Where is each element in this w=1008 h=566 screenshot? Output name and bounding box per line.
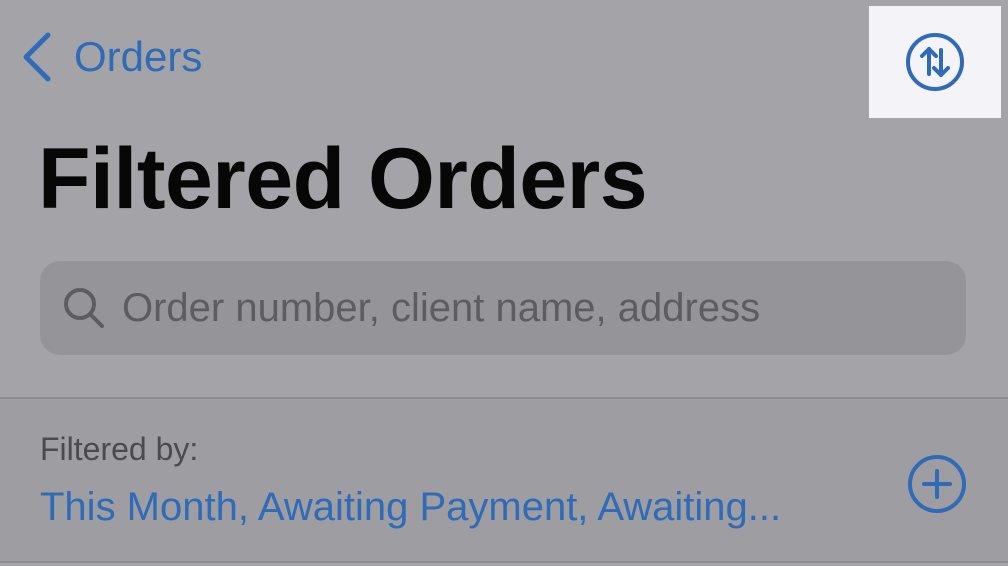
search-input[interactable]	[122, 285, 952, 331]
filter-caption: Filtered by:	[40, 431, 199, 467]
filter-values-link[interactable]: This Month, Awaiting Payment, Awaiting..…	[40, 487, 781, 527]
search-icon	[64, 288, 104, 328]
back-button-label: Orders	[74, 33, 203, 80]
sort-button-highlight	[869, 6, 1001, 118]
plus-circle-icon[interactable]	[906, 453, 968, 515]
page-title: Filtered Orders	[38, 131, 648, 227]
filter-section: Filtered by: This Month, Awaiting Paymen…	[0, 397, 1008, 563]
back-button[interactable]: Orders	[18, 26, 202, 88]
search-bar[interactable]	[40, 261, 966, 355]
chevron-left-icon	[23, 32, 51, 82]
sort-arrows-icon[interactable]	[904, 31, 966, 93]
